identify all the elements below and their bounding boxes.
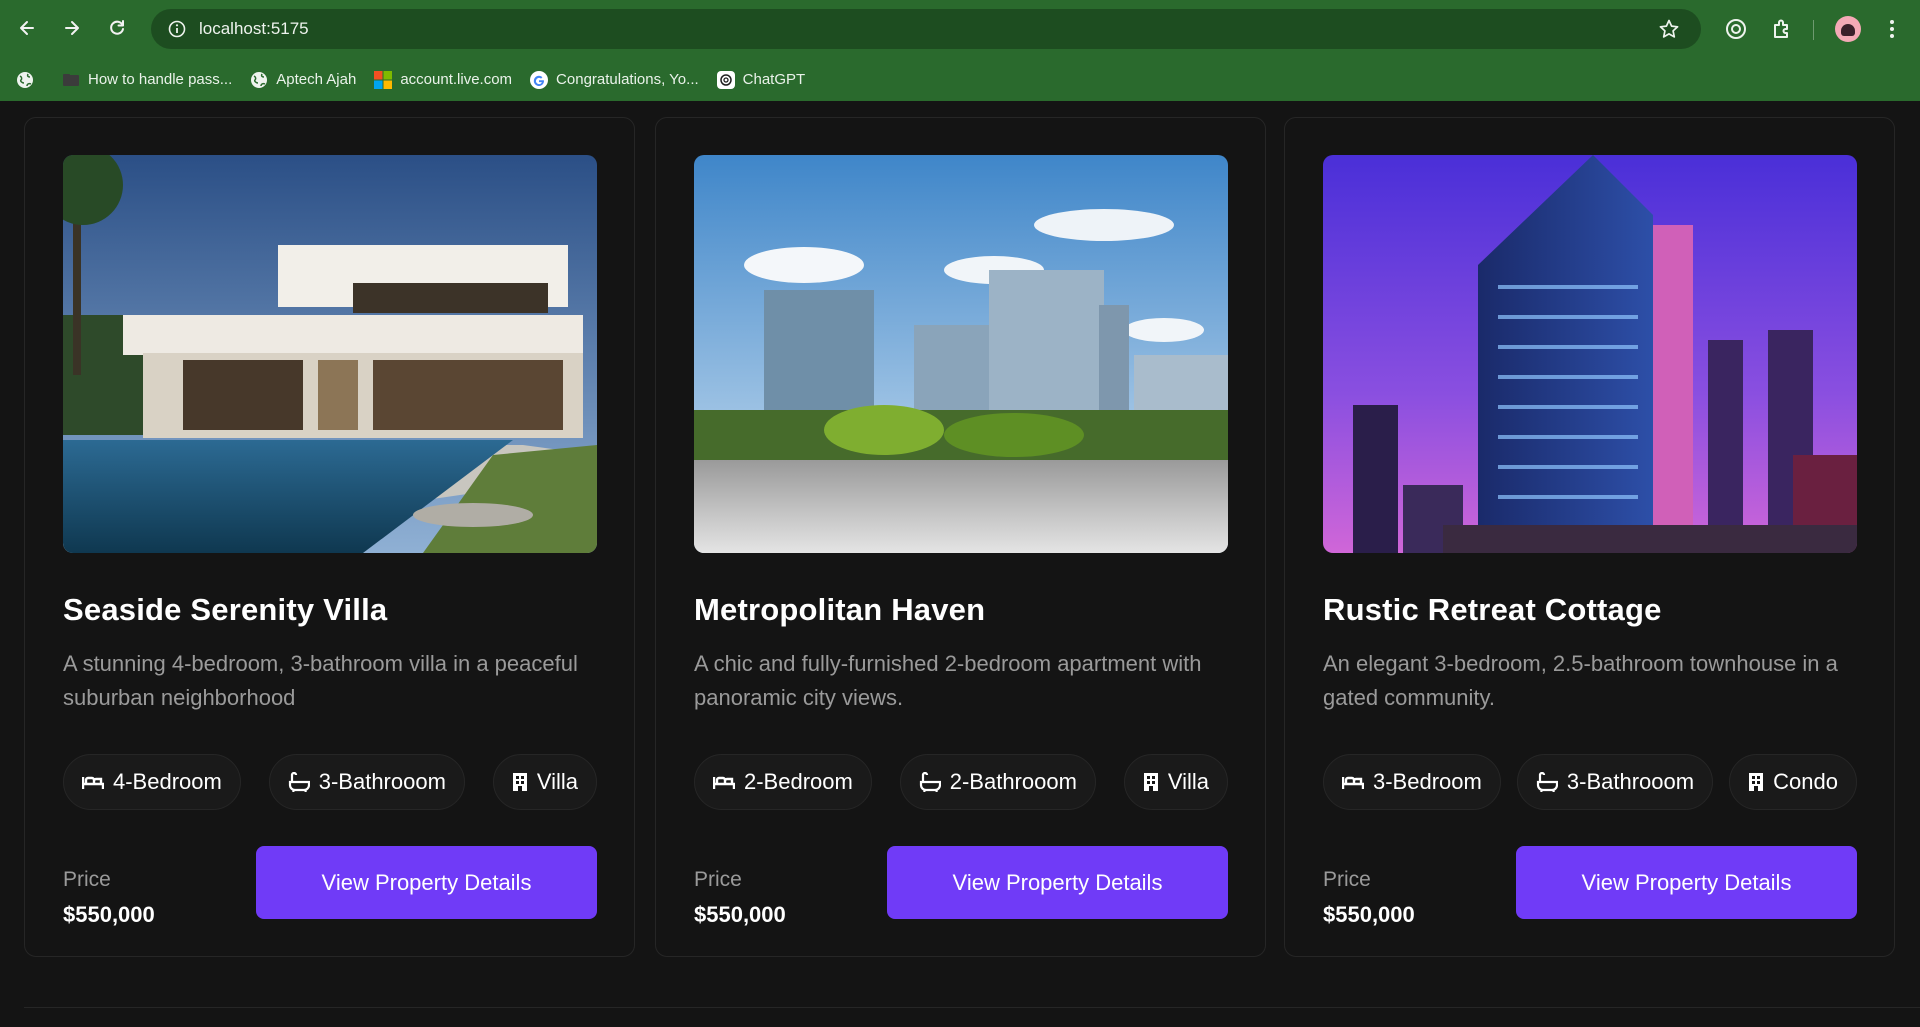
tag-label: Condo (1773, 769, 1838, 794)
bathroom-tag: 3-Bathrooom (268, 754, 465, 810)
bookmark-item[interactable]: Aptech Ajah (242, 65, 364, 95)
section-divider (24, 1007, 1920, 1008)
address-bar[interactable]: localhost:5175 (151, 9, 1701, 49)
bath-icon (919, 772, 941, 792)
view-property-details-button[interactable]: View Property Details (887, 846, 1228, 919)
site-info-icon[interactable] (157, 9, 197, 49)
profile-avatar[interactable] (1835, 16, 1861, 42)
building-icon (1749, 773, 1764, 791)
view-property-details-button[interactable]: View Property Details (256, 846, 597, 919)
bathroom-tag: 2-Bathrooom (899, 754, 1096, 810)
property-title: Metropolitan Haven (694, 592, 986, 627)
tag-label: 3-Bedroom (1373, 769, 1482, 794)
bed-icon (1342, 776, 1364, 789)
reload-button[interactable] (102, 13, 132, 43)
property-tags: 4-Bedroom 3-Bathrooom Villa (63, 754, 597, 810)
property-image[interactable] (63, 155, 597, 553)
browser-toolbar: localhost:5175 (0, 0, 1920, 58)
property-image[interactable] (1323, 155, 1857, 553)
bedroom-tag: 3-Bedroom (1323, 754, 1501, 810)
price-label: Price (694, 868, 742, 891)
bedroom-tag: 2-Bedroom (694, 754, 872, 810)
property-image[interactable] (694, 155, 1228, 553)
more-menu-icon[interactable] (1878, 15, 1906, 43)
price-label: Price (63, 868, 111, 891)
microsoft-icon (374, 70, 393, 89)
back-button[interactable] (12, 13, 42, 43)
tag-label: Villa (1167, 769, 1209, 794)
tag-label: 4-Bedroom (113, 769, 222, 794)
arrow-right-icon (65, 21, 79, 35)
bedroom-tag: 4-Bedroom (63, 754, 241, 810)
bath-icon (288, 772, 310, 792)
price-value: $550,000 (1323, 902, 1415, 927)
view-property-details-button[interactable]: View Property Details (1516, 846, 1857, 919)
tag-label: 3-Bathrooom (1566, 769, 1695, 794)
property-description: A chic and fully-furnished 2-bedroom apa… (694, 651, 1202, 710)
arrow-left-icon (20, 21, 34, 35)
property-type-tag: Condo (1729, 754, 1857, 810)
property-tags: 2-Bedroom 2-Bathrooom Villa (694, 754, 1228, 810)
url-text: localhost:5175 (199, 19, 309, 38)
property-description: An elegant 3-bedroom, 2.5-bathroom townh… (1323, 651, 1838, 710)
globe-icon (250, 71, 268, 89)
property-type-tag: Villa (492, 754, 597, 810)
property-tags: 3-Bedroom 3-Bathrooom Condo (1323, 754, 1857, 810)
chatgpt-icon (716, 70, 735, 89)
google-icon (530, 70, 549, 89)
bed-icon (713, 776, 735, 789)
tag-label: Villa (536, 769, 578, 794)
property-description: A stunning 4-bedroom, 3-bathroom villa i… (63, 651, 578, 710)
property-card: Rustic Retreat Cottage An elegant 3-bedr… (1284, 117, 1895, 957)
bookmark-label: How to handle pass... (88, 71, 233, 88)
toolbar-divider (1813, 20, 1814, 40)
building-icon (512, 773, 527, 791)
bookmark-star-icon[interactable] (1657, 17, 1681, 41)
forward-button[interactable] (57, 13, 87, 43)
bookmark-item[interactable]: account.live.com (366, 65, 520, 95)
property-card: Metropolitan Haven A chic and fully-furn… (655, 117, 1266, 957)
bookmarks-bar: How to handle pass... Aptech Ajah accoun… (0, 58, 1920, 101)
price-value: $550,000 (694, 902, 786, 927)
bookmark-label: ChatGPT (742, 71, 806, 88)
apps-globe-icon[interactable] (8, 65, 52, 95)
bathroom-tag: 3-Bathrooom (1516, 754, 1714, 810)
folder-icon (62, 71, 80, 89)
extensions-icon[interactable] (1768, 15, 1796, 43)
property-title: Seaside Serenity Villa (63, 592, 388, 627)
price-value: $550,000 (63, 902, 155, 927)
bookmark-label: Aptech Ajah (276, 71, 357, 88)
bath-icon (1536, 772, 1558, 792)
page-content: Seaside Serenity Villa A stunning 4-bedr… (0, 101, 1920, 1027)
bookmark-label: account.live.com (400, 71, 513, 88)
bookmark-item[interactable]: ChatGPT (709, 65, 814, 95)
property-title: Rustic Retreat Cottage (1323, 592, 1662, 627)
property-type-tag: Villa (1123, 754, 1228, 810)
bed-icon (82, 776, 104, 789)
browser-chrome: localhost:5175 How to handle pass... Apt… (0, 0, 1920, 101)
lens-icon[interactable] (1722, 15, 1750, 43)
bookmark-item[interactable]: Congratulations, Yo... (522, 65, 707, 95)
bookmark-label: Congratulations, Yo... (556, 71, 699, 88)
tag-label: 2-Bathrooom (949, 769, 1077, 794)
price-label: Price (1323, 868, 1371, 891)
tag-label: 3-Bathrooom (318, 769, 446, 794)
reload-icon (110, 20, 124, 35)
bookmark-item[interactable]: How to handle pass... (54, 65, 240, 95)
tag-label: 2-Bedroom (744, 769, 853, 794)
property-card: Seaside Serenity Villa A stunning 4-bedr… (24, 117, 635, 957)
building-icon (1143, 773, 1158, 791)
